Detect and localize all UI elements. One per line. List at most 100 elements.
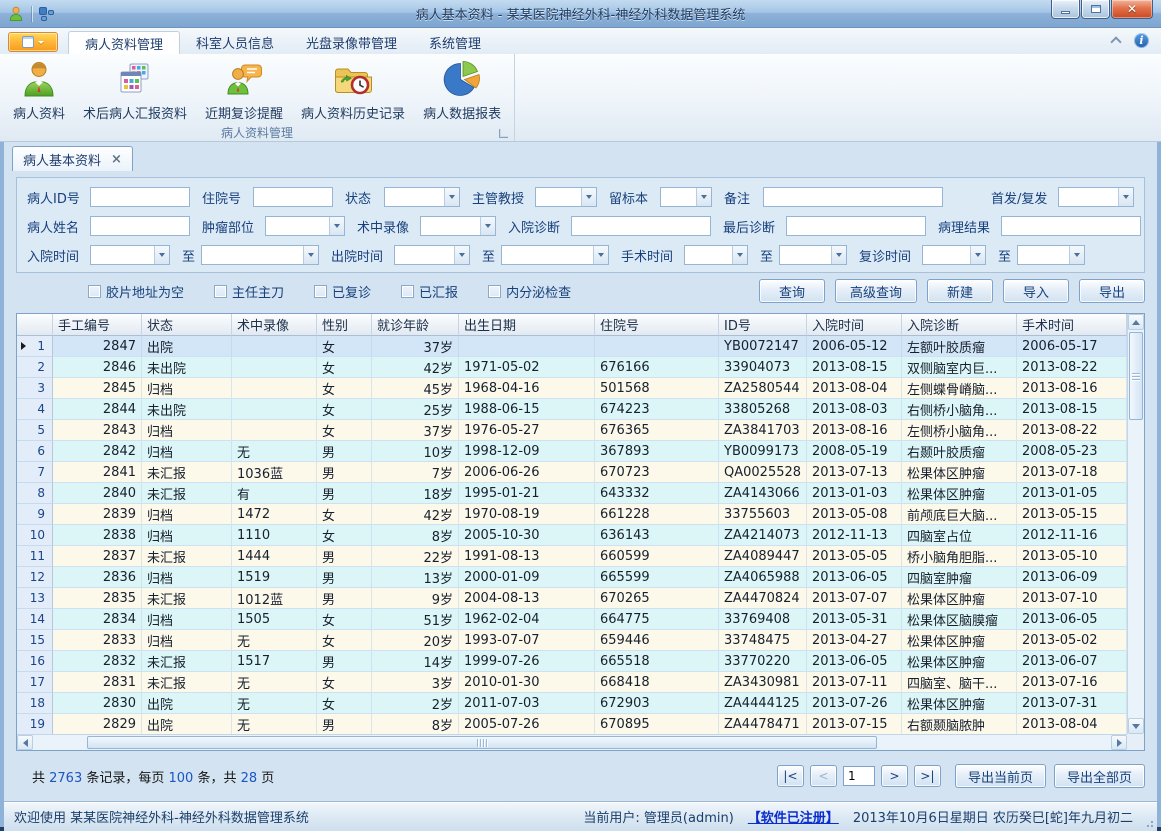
row-number-cell[interactable]: 7 [17,462,53,483]
scroll-left-icon[interactable] [17,735,33,750]
query-button[interactable]: 查询 [759,279,825,303]
table-row[interactable]: 42844未出院女25岁1988-06-15674223338052682013… [17,399,1127,420]
resize-grip[interactable] [1144,818,1154,828]
table-row[interactable]: 32845归档女45岁1968-04-16501568ZA25805442013… [17,378,1127,399]
checkbox-icon[interactable] [88,285,101,298]
row-number-cell[interactable]: 12 [17,567,53,588]
row-number-cell[interactable]: 14 [17,609,53,630]
admission-diagnosis-field-input[interactable] [571,216,711,236]
grid-column-header[interactable]: 术中录像 [232,314,317,336]
table-row[interactable]: 52843归档女37岁1976-05-27676365ZA38417032013… [17,420,1127,441]
horizontal-scroll-thumb[interactable] [87,736,877,749]
tumor-site-field-combo[interactable] [265,216,345,236]
table-row[interactable]: 142834归档1505女51岁1962-02-0466477533769408… [17,609,1127,630]
tab-disc-tape-management[interactable]: 光盘录像带管理 [290,31,413,54]
table-row[interactable]: 62842归档无男10岁1998-12-09367893YB0099173200… [17,441,1127,462]
grid-column-header[interactable]: ID号 [719,314,807,336]
chevron-down-icon[interactable] [454,246,469,264]
table-row[interactable]: 152833归档无女20岁1993-07-0765944633748475201… [17,630,1127,651]
grid-select-all-corner[interactable] [17,314,53,336]
revisit-reminder-button[interactable]: 近期复诊提醒 [196,56,292,123]
film-address-empty-checkbox[interactable]: 胶片地址为空 [88,282,184,301]
row-number-cell[interactable]: 4 [17,399,53,420]
chevron-down-icon[interactable] [1118,188,1133,206]
tab-patient-basic-info[interactable]: 病人基本资料 × [12,146,133,171]
checkbox-icon[interactable] [214,285,227,298]
table-row[interactable]: 102838归档1110女8岁2005-10-30636143ZA4214073… [17,525,1127,546]
chief-professor-field-combo[interactable] [535,187,597,207]
grid-column-header[interactable]: 就诊年龄 [372,314,459,336]
row-number-cell[interactable]: 5 [17,420,53,441]
row-number-cell[interactable]: 1 [17,336,53,357]
patient-report-button[interactable]: 病人数据报表 [414,56,510,123]
chevron-down-icon[interactable] [696,188,711,206]
chevron-down-icon[interactable] [154,246,169,264]
chevron-down-icon[interactable] [593,246,608,264]
app-menu-button[interactable] [8,32,58,52]
info-icon[interactable]: i [1134,33,1149,48]
page-number-input[interactable] [843,766,875,786]
chevron-down-icon[interactable] [970,246,985,264]
row-number-cell[interactable]: 17 [17,672,53,693]
row-number-cell[interactable]: 11 [17,546,53,567]
export-current-page-button[interactable]: 导出当前页 [955,764,1046,788]
table-row[interactable]: 82840未汇报有男18岁1995-01-21643332ZA414306620… [17,483,1127,504]
row-number-cell[interactable]: 18 [17,693,53,714]
dialog-launcher-icon[interactable] [499,129,508,138]
minimize-button[interactable] [1051,0,1080,19]
grid-column-header[interactable]: 性别 [317,314,372,336]
software-registered-link[interactable]: 【软件已注册】 [748,807,839,826]
chevron-down-icon[interactable] [1069,246,1084,264]
revisit-date-to-field-combo[interactable] [1017,245,1085,265]
horizontal-scrollbar[interactable] [17,734,1127,750]
table-row[interactable]: 72841未汇报1036蓝男7岁2006-06-26670723QA002552… [17,462,1127,483]
table-row[interactable]: 172831未汇报无女3岁2010-01-30668418ZA343098120… [17,672,1127,693]
table-row[interactable]: 92839归档1472女42岁1970-08-19661228337556032… [17,504,1127,525]
new-button[interactable]: 新建 [927,279,993,303]
chevron-down-icon[interactable] [444,188,459,206]
revisited-checkbox[interactable]: 已复诊 [314,282,371,301]
admission-date-to-field-combo[interactable] [201,245,319,265]
reported-checkbox[interactable]: 已汇报 [401,282,458,301]
table-row[interactable]: 192829出院无男8岁2005-07-26670895ZA4478471201… [17,714,1127,734]
checkbox-icon[interactable] [314,285,327,298]
patient-id-field-input[interactable] [90,187,190,207]
table-row[interactable]: 132835未汇报1012蓝男9岁2004-08-13670265ZA44708… [17,588,1127,609]
chevron-down-icon[interactable] [831,246,846,264]
row-number-cell[interactable]: 2 [17,357,53,378]
table-row[interactable]: 162832未汇报1517男14岁1999-07-266655183377022… [17,651,1127,672]
first-page-button[interactable]: |< [777,765,804,787]
row-number-cell[interactable]: 19 [17,714,53,734]
endocrine-exam-checkbox[interactable]: 内分泌检查 [488,282,571,301]
row-number-cell[interactable]: 9 [17,504,53,525]
next-page-button[interactable]: > [881,765,908,787]
pathology-result-field-input[interactable] [1001,216,1141,236]
table-row[interactable]: 22846未出院女42岁1971-05-02676166339040732013… [17,357,1127,378]
discharge-date-to-field-combo[interactable] [501,245,609,265]
last-page-button[interactable]: >| [914,765,941,787]
table-row[interactable]: 122836归档1519男13岁2000-01-09665599ZA406598… [17,567,1127,588]
tab-system-management[interactable]: 系统管理 [413,31,497,54]
export-all-pages-button[interactable]: 导出全部页 [1054,764,1145,788]
prev-page-button[interactable]: < [810,765,837,787]
row-number-cell[interactable]: 16 [17,651,53,672]
grid-column-header[interactable]: 住院号 [595,314,719,336]
collapse-ribbon-icon[interactable] [1110,36,1121,47]
tab-patient-data-management[interactable]: 病人资料管理 [68,31,180,54]
first-recurrence-field-combo[interactable] [1058,187,1134,207]
revisit-date-from-field-combo[interactable] [922,245,986,265]
vertical-scroll-thumb[interactable] [1129,332,1143,420]
status-field-combo[interactable] [384,187,460,207]
surgery-date-to-field-combo[interactable] [779,245,847,265]
row-number-cell[interactable]: 6 [17,441,53,462]
patient-data-button[interactable]: 病人资料 [4,56,74,123]
chevron-down-icon[interactable] [329,217,344,235]
discharge-date-from-field-combo[interactable] [394,245,470,265]
remark-field-input[interactable] [763,187,943,207]
row-number-cell[interactable]: 15 [17,630,53,651]
chevron-down-icon[interactable] [732,246,747,264]
admission-date-from-field-combo[interactable] [90,245,170,265]
vertical-scrollbar[interactable] [1127,314,1144,734]
grid-column-header[interactable]: 手工编号 [53,314,142,336]
tab-department-staff-info[interactable]: 科室人员信息 [180,31,290,54]
